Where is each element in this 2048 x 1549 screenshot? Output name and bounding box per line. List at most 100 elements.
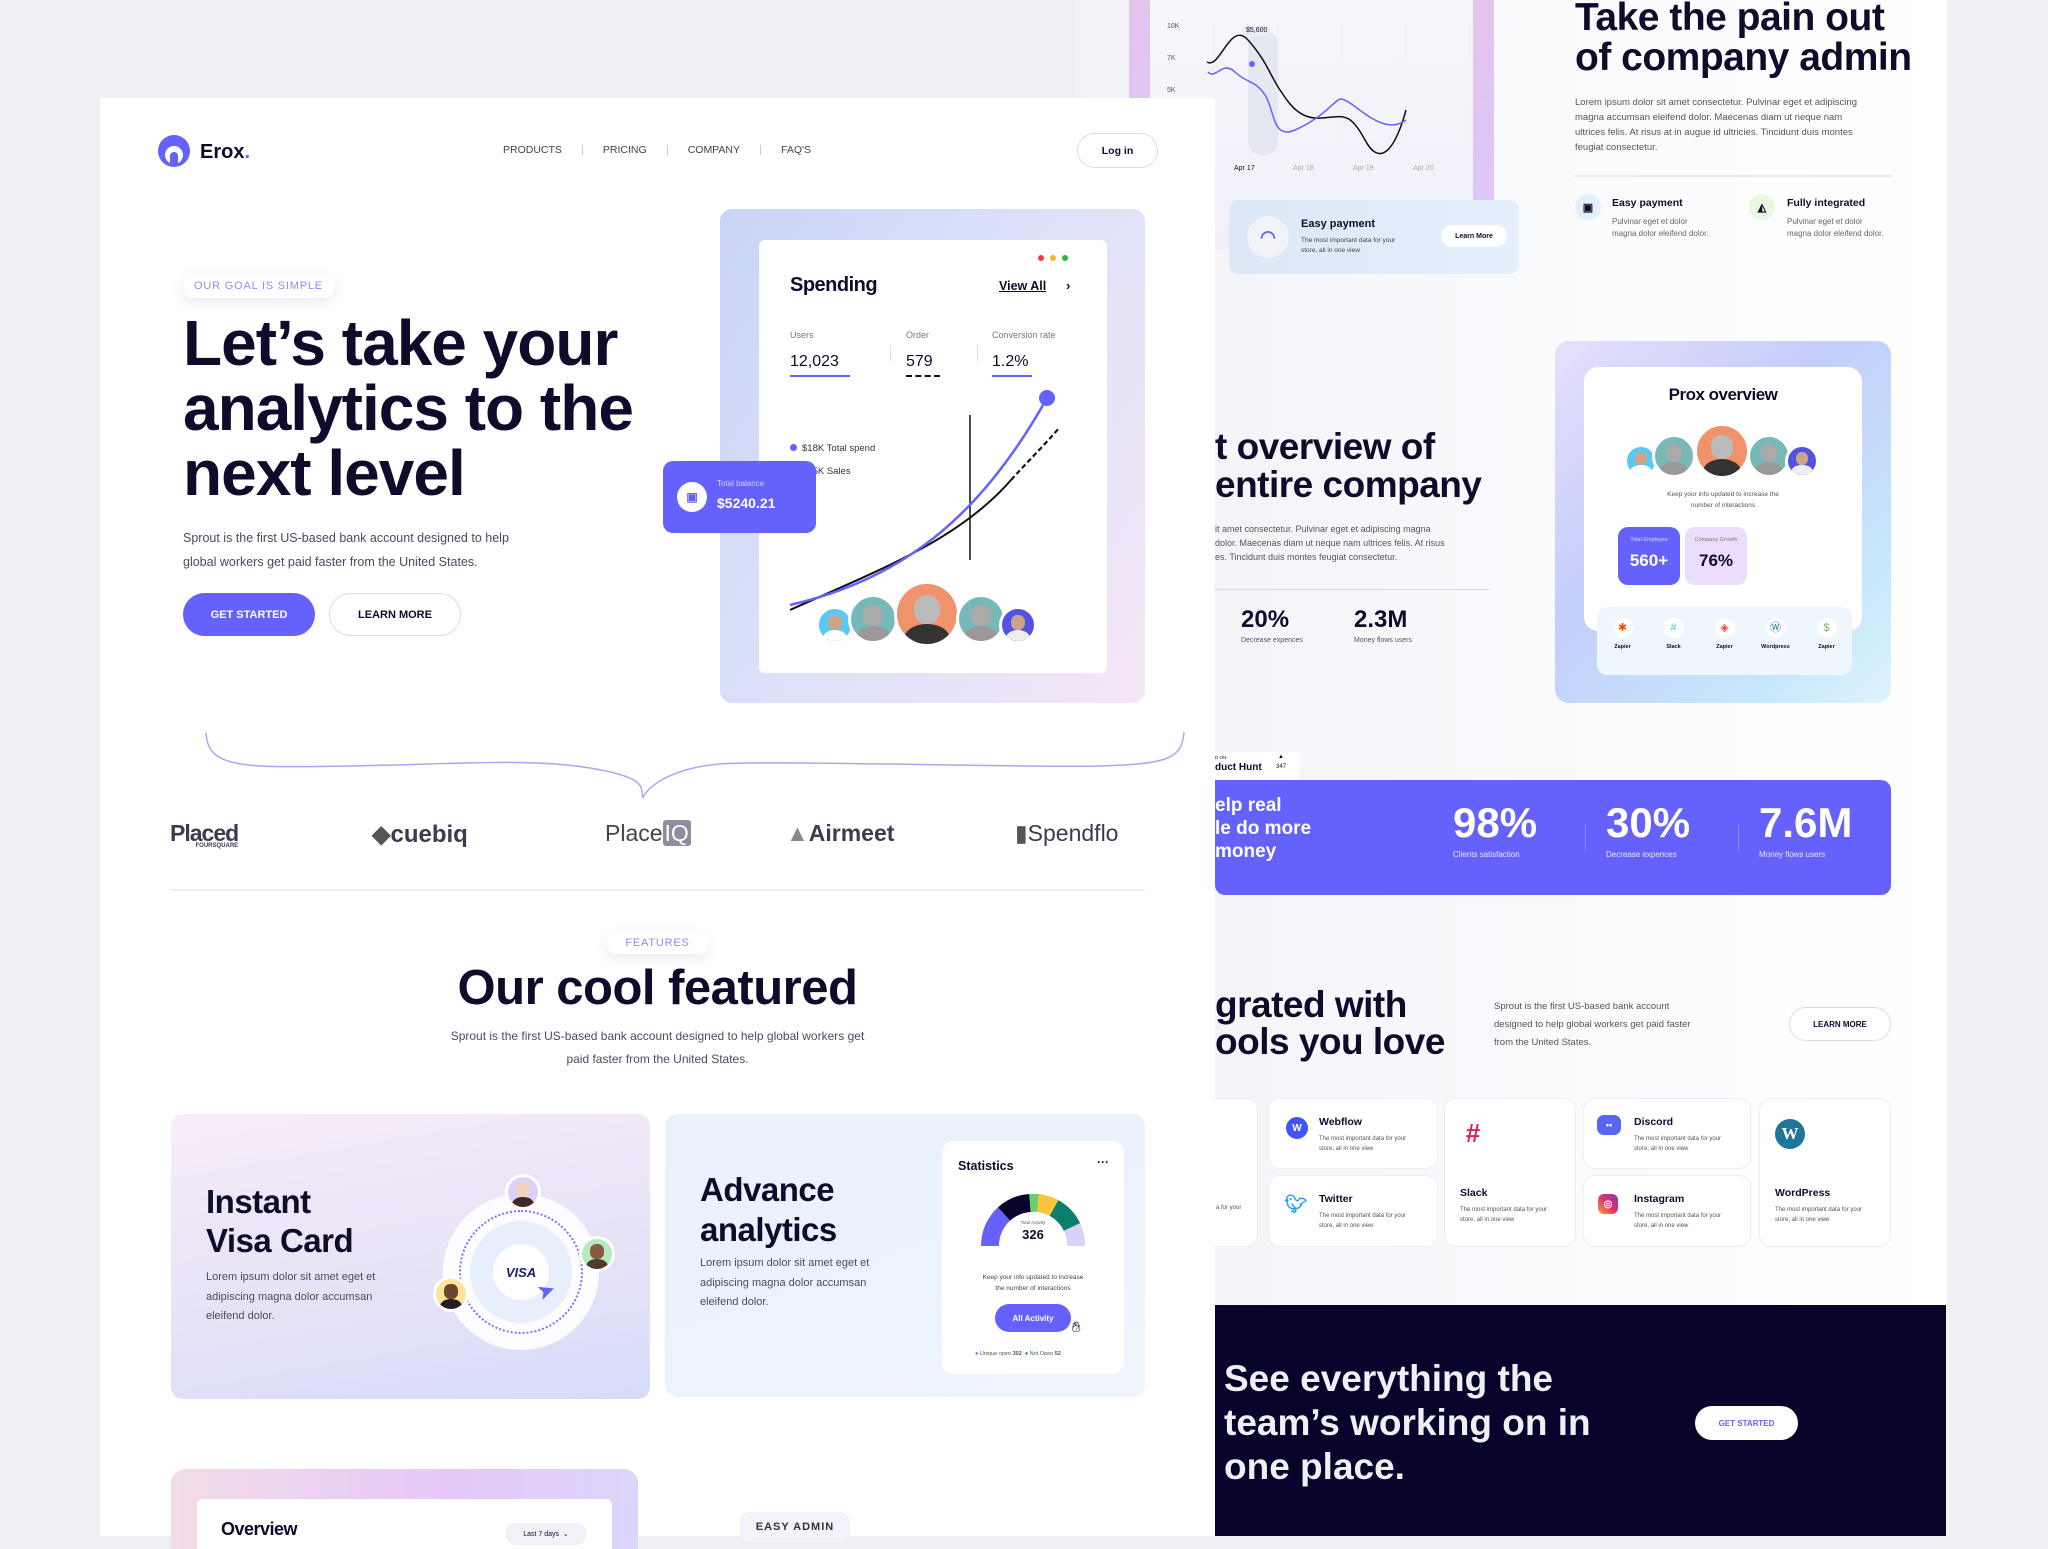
decor [586, 1259, 609, 1272]
decor: ● [975, 1351, 978, 1357]
avatar [848, 594, 898, 644]
text: Total Employee [1618, 537, 1680, 543]
text: Slack [1460, 1187, 1487, 1199]
decor [1208, 68, 1406, 132]
app-wordpress[interactable]: ⓌWordpress [1761, 618, 1791, 675]
text: Spendflo [1028, 820, 1119, 846]
logo-icon[interactable] [158, 135, 190, 167]
integration-card-webflow[interactable]: W Webflow The most important data for yo… [1268, 1098, 1438, 1169]
hero-title: Let’s take youranalytics to thenext leve… [183, 311, 633, 506]
avatar [1747, 434, 1791, 478]
decor [823, 630, 847, 644]
more-options-icon[interactable]: ··· [1097, 1155, 1109, 1169]
login-button[interactable]: Log in [1077, 133, 1158, 168]
text: Instant [206, 1182, 353, 1221]
features-title: Our cool featured [100, 960, 1215, 1016]
text: duct Hunt [1215, 762, 1262, 773]
decor [1585, 824, 1586, 852]
y-tick: 10K [1167, 20, 1179, 33]
text: store, all in one view [1319, 1221, 1406, 1231]
decor [444, 1284, 457, 1298]
decor [1011, 615, 1025, 630]
decor: ● [1025, 1351, 1028, 1357]
admin-text: Lorem ipsum dolor sit amet consectetur. … [1575, 95, 1857, 155]
decor [516, 1182, 529, 1196]
text: store, all in one view [1634, 1221, 1721, 1231]
zapier-icon: ✱ [1613, 618, 1633, 638]
get-started-button[interactable]: GET STARTED [183, 593, 315, 636]
decor [971, 605, 990, 626]
app-magento[interactable]: ◈Zapier [1710, 618, 1740, 675]
nav-company[interactable]: COMPANY [688, 144, 740, 156]
text: Twitter [1319, 1193, 1353, 1205]
feature-text: Pulvinar eget et dolormagna dolor eleife… [1787, 216, 1884, 240]
all-activity-button[interactable]: All Activity [995, 1304, 1071, 1332]
decor [590, 1244, 603, 1258]
nav-pricing[interactable]: PRICING [603, 144, 647, 156]
learn-more-button[interactable]: LEARN MORE [329, 593, 461, 636]
text: The most important data for your [1775, 1205, 1862, 1215]
integration-card-slack[interactable]: # Slack The most important data for your… [1444, 1098, 1576, 1247]
text: IQ [663, 820, 691, 846]
text: Last 7 days [523, 1531, 559, 1538]
cta-get-started-button[interactable]: GET STARTED [1695, 1406, 1798, 1440]
decor [512, 1197, 535, 1210]
stat-label: Money flows users [1354, 637, 1412, 644]
learn-more-button[interactable]: Learn More [1441, 225, 1507, 247]
decor: ▲ [786, 820, 809, 846]
decor [1666, 444, 1683, 462]
text: Wordpress [1761, 644, 1791, 650]
x-tick: Apr 19 [1353, 162, 1374, 175]
logo-placed: PlacedFOURSQUARE [170, 820, 238, 849]
app-shopify[interactable]: $Zapier [1812, 618, 1842, 675]
decor: The most important data for yourstore, a… [1634, 1134, 1721, 1154]
logo-placeiq: PlaceIQ [605, 820, 691, 847]
nav-products[interactable]: PRODUCTS [503, 144, 562, 156]
nav-faqs[interactable]: FAQ'S [781, 144, 811, 156]
app-slack[interactable]: #Slack [1659, 618, 1689, 675]
text: store, all in one view [1634, 1144, 1721, 1154]
decor: Keep your info updated to increasethe nu… [942, 1272, 1124, 1294]
text: Airmeet [809, 820, 895, 846]
brand-name[interactable]: Erox. [200, 141, 250, 164]
decor [667, 145, 668, 155]
date-range-dropdown[interactable]: Last 7 days ⌄ [505, 1523, 587, 1545]
decor [1791, 465, 1812, 478]
text: global workers get paid faster from the … [183, 550, 509, 574]
product-hunt-badge[interactable]: D ON duct Hunt ▲ 347 [1215, 752, 1300, 780]
company-title-line: entire company [1215, 466, 1481, 504]
decor [1006, 630, 1030, 644]
decor [790, 398, 1047, 605]
stat-label: Decrease expences [1606, 850, 1677, 859]
decor [828, 615, 842, 630]
app-zapier[interactable]: ✱Zapier [1608, 618, 1638, 675]
text: . [244, 141, 250, 163]
text: Place [605, 820, 663, 846]
slack-icon: # [1664, 618, 1684, 638]
text: elp real [1215, 794, 1311, 817]
decor [582, 145, 583, 155]
instant-visa-card: InstantVisa Card Lorem ipsum dolor sit a… [171, 1114, 650, 1399]
text: D ON [1215, 755, 1226, 760]
integration-card-discord[interactable]: •• Discord The most important data for y… [1583, 1098, 1751, 1169]
text: number of interactions [1584, 500, 1862, 511]
brace-divider [200, 728, 1200, 798]
integration-card-wordpress[interactable]: W WordPress The most important data for … [1759, 1098, 1891, 1247]
easy-payment-card: ◠ Easy payment The most important data f… [1229, 200, 1519, 274]
text: one place. [1224, 1445, 1591, 1489]
integration-card-twitter[interactable]: 🐦︎ Twitter The most important data for y… [1268, 1175, 1438, 1247]
company-text: it amet consectetur. Pulvinar eget et ad… [1215, 522, 1445, 564]
statistics-title: Statistics [958, 1159, 1014, 1173]
text: The most important data for your [1319, 1134, 1406, 1144]
decor [1711, 435, 1733, 459]
avatar [579, 1236, 615, 1272]
main-nav: PRODUCTS PRICING COMPANY FAQ'S [503, 144, 811, 156]
spending-card: Spending View All › Users 12,023 Order 5… [759, 240, 1107, 673]
text: grated with [1215, 986, 1445, 1023]
main-landing-page: Erox. PRODUCTS PRICING COMPANY FAQ'S Log… [100, 98, 1215, 1536]
integration-card-instagram[interactable]: ◎ Instagram The most important data for … [1583, 1175, 1751, 1247]
logo-spendflo: ▮Spendflo [1015, 820, 1118, 847]
text: See everything the [1224, 1357, 1591, 1401]
text: the number of interactions [942, 1283, 1124, 1294]
integrations-learn-more-button[interactable]: LEARN MORE [1789, 1007, 1891, 1041]
